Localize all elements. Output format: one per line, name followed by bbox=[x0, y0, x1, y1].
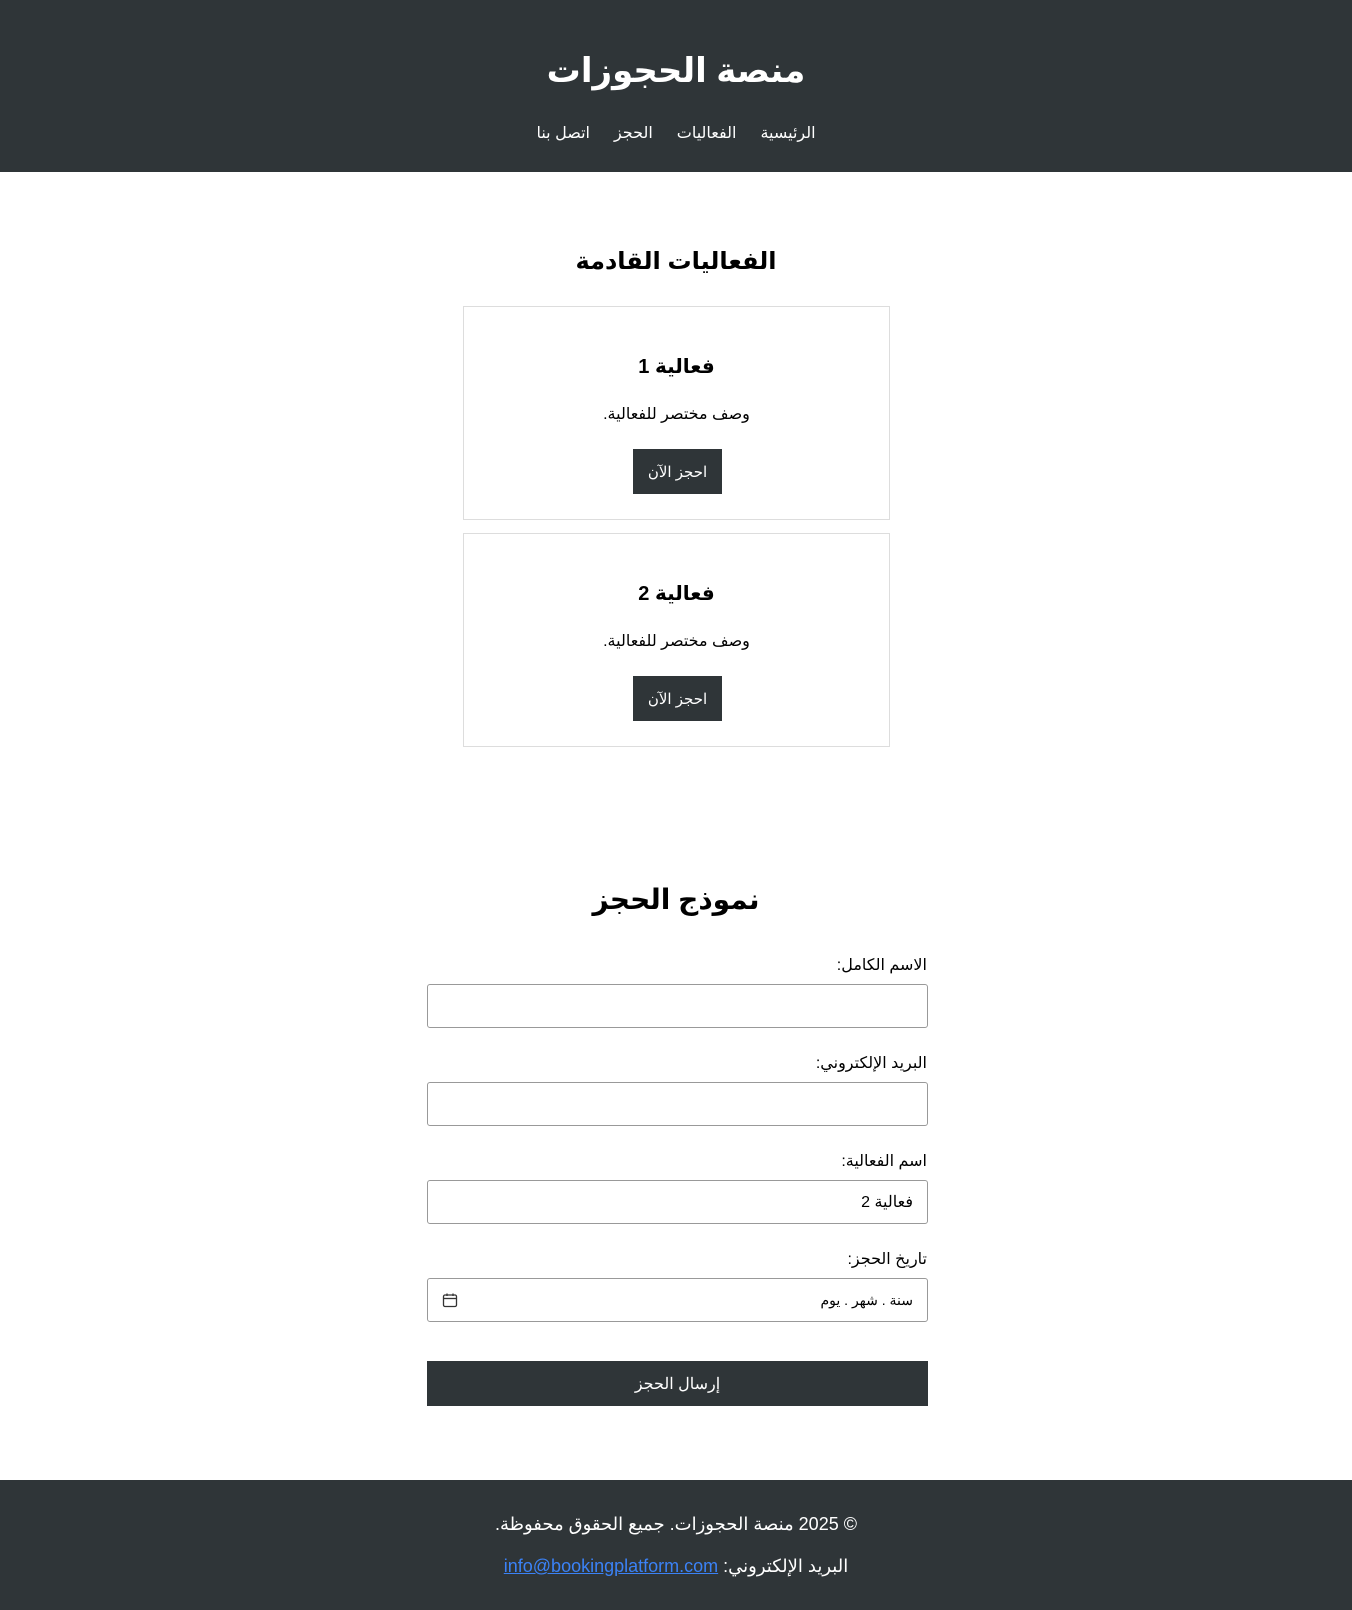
event-card: فعالية 1 وصف مختصر للفعالية. احجز الآن bbox=[463, 306, 890, 520]
events-section-title: الفعاليات القادمة bbox=[575, 248, 777, 275]
booking-form-title: نموذج الحجز bbox=[592, 884, 760, 915]
date-placeholder: سنة . شهر . يوم bbox=[820, 1291, 913, 1308]
nav-link-events[interactable]: الفعاليات bbox=[677, 122, 737, 146]
site-title: منصة الحجوزات bbox=[546, 52, 806, 90]
copyright-text: © 2025 منصة الحجوزات. جميع الحقوق محفوظة… bbox=[495, 1514, 857, 1534]
event-description: وصف مختصر للفعالية. bbox=[603, 633, 750, 650]
email-label: البريد الإلكتروني: bbox=[815, 1055, 927, 1072]
nav-link-home[interactable]: الرئيسية bbox=[760, 122, 815, 146]
contact-line: البريد الإلكتروني: info@bookingplatform.… bbox=[0, 1554, 1352, 1578]
event-card: فعالية 2 وصف مختصر للفعالية. احجز الآن bbox=[463, 533, 890, 747]
book-now-button[interactable]: احجز الآن bbox=[633, 449, 722, 494]
book-now-button[interactable]: احجز الآن bbox=[633, 676, 722, 721]
booking-date-label: تاريخ الحجز: bbox=[847, 1251, 927, 1268]
site-header: منصة الحجوزات الرئيسية الفعاليات الحجز ا… bbox=[0, 0, 1352, 172]
contact-email-label: البريد الإلكتروني: bbox=[723, 1556, 849, 1576]
event-description: وصف مختصر للفعالية. bbox=[603, 406, 750, 423]
submit-booking-button[interactable]: إرسال الحجز bbox=[427, 1361, 928, 1406]
nav-link-booking[interactable]: الحجز bbox=[614, 122, 653, 146]
booking-date-input[interactable]: سنة . شهر . يوم bbox=[427, 1278, 928, 1322]
event-name-label: اسم الفعالية: bbox=[841, 1153, 927, 1170]
calendar-icon[interactable] bbox=[442, 1292, 458, 1308]
site-footer: © 2025 منصة الحجوزات. جميع الحقوق محفوظة… bbox=[0, 1480, 1352, 1610]
full-name-input[interactable] bbox=[427, 984, 928, 1028]
main-nav: الرئيسية الفعاليات الحجز اتصل بنا bbox=[0, 122, 1352, 146]
event-name-value: فعالية 2 bbox=[861, 1194, 913, 1211]
event-name-input[interactable]: فعالية 2 bbox=[427, 1180, 928, 1224]
email-input[interactable] bbox=[427, 1082, 928, 1126]
event-name: فعالية 2 bbox=[638, 583, 715, 605]
full-name-label: الاسم الكامل: bbox=[836, 957, 927, 974]
contact-email-link[interactable]: info@bookingplatform.com bbox=[504, 1556, 718, 1576]
nav-link-contact[interactable]: اتصل بنا bbox=[536, 122, 590, 146]
event-name: فعالية 1 bbox=[638, 356, 715, 378]
